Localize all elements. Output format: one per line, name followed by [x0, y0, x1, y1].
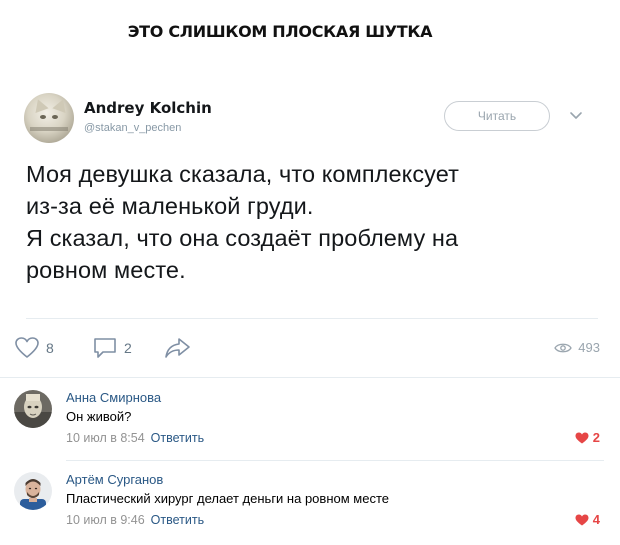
author-handle[interactable]: @stakan_v_pechen — [84, 122, 181, 134]
comment-item: Анна Смирнова Он живой? 10 июл в 8:54 Отв… — [14, 390, 604, 450]
like-count: 8 — [46, 340, 54, 356]
tweet-line: Я сказал, что она создаёт проблему на — [26, 225, 459, 251]
tweet-line: Моя девушка сказала, что комплексует — [26, 161, 460, 187]
comment-likes[interactable]: 4 — [575, 512, 600, 527]
comment-action[interactable]: 2 — [92, 334, 132, 362]
heart-filled-icon — [575, 514, 589, 525]
comment-meta: 10 июл в 9:46 Ответить — [66, 513, 204, 527]
author-avatar[interactable] — [24, 93, 74, 143]
comment-date[interactable]: 10 июл в 9:46 — [66, 513, 145, 527]
commenter-name[interactable]: Артём Сурганов — [66, 472, 163, 487]
author-name[interactable]: Andrey Kolchin — [84, 99, 212, 117]
tweet-header: Andrey Kolchin @stakan_v_pechen Читать — [24, 93, 594, 145]
meme-caption: ЭТО СЛИШКОМ ПЛОСКАЯ ШУТКА — [127, 22, 433, 41]
share-action[interactable] — [164, 334, 192, 362]
tweet-line: ровном месте. — [26, 257, 186, 283]
views-count: 493 — [578, 340, 600, 355]
reply-link[interactable]: Ответить — [151, 431, 204, 445]
comment-meta: 10 июл в 8:54 Ответить — [66, 431, 204, 445]
commenter-avatar[interactable] — [14, 390, 52, 428]
heart-outline-icon — [15, 337, 39, 358]
reply-link[interactable]: Ответить — [151, 513, 204, 527]
tweet-divider — [26, 318, 598, 319]
eye-icon — [554, 343, 573, 352]
heart-filled-icon — [575, 432, 589, 443]
tweet-line: из-за её маленькой груди. — [26, 193, 314, 219]
like-action[interactable]: 8 — [14, 334, 54, 362]
comment-like-count: 4 — [592, 512, 600, 527]
comment-text: Он живой? — [66, 409, 132, 424]
share-icon — [165, 338, 190, 358]
comment-like-count: 2 — [592, 430, 600, 445]
actions-divider — [0, 377, 620, 378]
comment-item: Артём Сурганов Пластический хирург делае… — [14, 472, 604, 532]
tweet-text: Моя девушка сказала, что комплексует из-… — [26, 158, 586, 286]
comment-count: 2 — [124, 340, 132, 356]
comment-icon — [94, 338, 116, 358]
comment-date[interactable]: 10 июл в 8:54 — [66, 431, 145, 445]
follow-button[interactable]: Читать — [444, 101, 550, 131]
comment-divider — [66, 460, 604, 461]
views-counter: 493 — [554, 340, 600, 355]
commenter-name[interactable]: Анна Смирнова — [66, 390, 161, 405]
comment-likes[interactable]: 2 — [575, 430, 600, 445]
comment-text: Пластический хирург делает деньги на ров… — [66, 491, 389, 506]
post-actions: 8 2 493 — [14, 334, 604, 362]
chevron-down-icon[interactable] — [568, 107, 584, 123]
commenter-avatar[interactable] — [14, 472, 52, 510]
